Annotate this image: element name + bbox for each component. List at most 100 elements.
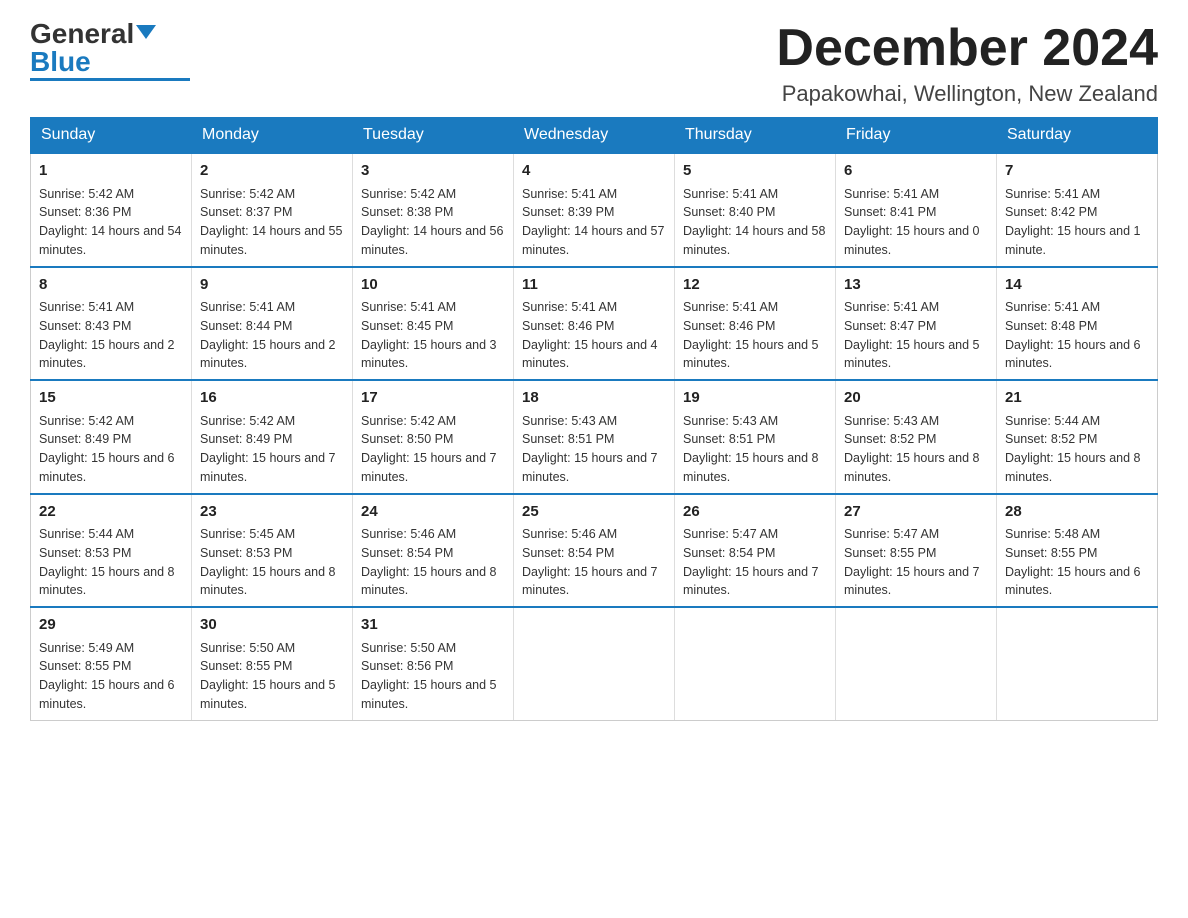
calendar-cell: 9Sunrise: 5:41 AMSunset: 8:44 PMDaylight… <box>192 267 353 381</box>
day-number: 10 <box>361 274 505 297</box>
calendar-cell: 23Sunrise: 5:45 AMSunset: 8:53 PMDayligh… <box>192 494 353 608</box>
day-number: 12 <box>683 274 827 297</box>
day-number: 17 <box>361 387 505 410</box>
day-number: 20 <box>844 387 988 410</box>
day-info: Sunrise: 5:47 AMSunset: 8:54 PMDaylight:… <box>683 525 827 600</box>
week-row-3: 15Sunrise: 5:42 AMSunset: 8:49 PMDayligh… <box>31 380 1158 494</box>
calendar-cell: 25Sunrise: 5:46 AMSunset: 8:54 PMDayligh… <box>514 494 675 608</box>
day-number: 8 <box>39 274 183 297</box>
day-info: Sunrise: 5:41 AMSunset: 8:47 PMDaylight:… <box>844 298 988 373</box>
day-info: Sunrise: 5:42 AMSunset: 8:37 PMDaylight:… <box>200 185 344 260</box>
day-number: 7 <box>1005 160 1149 183</box>
day-number: 25 <box>522 501 666 524</box>
day-number: 26 <box>683 501 827 524</box>
day-info: Sunrise: 5:43 AMSunset: 8:52 PMDaylight:… <box>844 412 988 487</box>
calendar-cell <box>675 607 836 720</box>
logo: General Blue <box>30 20 190 81</box>
day-number: 18 <box>522 387 666 410</box>
day-number: 15 <box>39 387 183 410</box>
calendar-cell: 18Sunrise: 5:43 AMSunset: 8:51 PMDayligh… <box>514 380 675 494</box>
location-title: Papakowhai, Wellington, New Zealand <box>776 81 1158 107</box>
day-info: Sunrise: 5:48 AMSunset: 8:55 PMDaylight:… <box>1005 525 1149 600</box>
calendar-cell: 13Sunrise: 5:41 AMSunset: 8:47 PMDayligh… <box>836 267 997 381</box>
day-number: 13 <box>844 274 988 297</box>
day-number: 23 <box>200 501 344 524</box>
page-header: General Blue December 2024 Papakowhai, W… <box>30 20 1158 107</box>
calendar-cell: 15Sunrise: 5:42 AMSunset: 8:49 PMDayligh… <box>31 380 192 494</box>
day-info: Sunrise: 5:50 AMSunset: 8:55 PMDaylight:… <box>200 639 344 714</box>
calendar-cell: 22Sunrise: 5:44 AMSunset: 8:53 PMDayligh… <box>31 494 192 608</box>
day-number: 30 <box>200 614 344 637</box>
title-area: December 2024 Papakowhai, Wellington, Ne… <box>776 20 1158 107</box>
calendar-cell: 3Sunrise: 5:42 AMSunset: 8:38 PMDaylight… <box>353 153 514 267</box>
logo-underline <box>30 78 190 81</box>
day-info: Sunrise: 5:42 AMSunset: 8:36 PMDaylight:… <box>39 185 183 260</box>
calendar-cell: 26Sunrise: 5:47 AMSunset: 8:54 PMDayligh… <box>675 494 836 608</box>
calendar-cell: 16Sunrise: 5:42 AMSunset: 8:49 PMDayligh… <box>192 380 353 494</box>
calendar-cell: 17Sunrise: 5:42 AMSunset: 8:50 PMDayligh… <box>353 380 514 494</box>
day-info: Sunrise: 5:42 AMSunset: 8:50 PMDaylight:… <box>361 412 505 487</box>
calendar-cell: 27Sunrise: 5:47 AMSunset: 8:55 PMDayligh… <box>836 494 997 608</box>
calendar-cell: 29Sunrise: 5:49 AMSunset: 8:55 PMDayligh… <box>31 607 192 720</box>
day-info: Sunrise: 5:46 AMSunset: 8:54 PMDaylight:… <box>361 525 505 600</box>
day-number: 19 <box>683 387 827 410</box>
day-number: 3 <box>361 160 505 183</box>
day-info: Sunrise: 5:41 AMSunset: 8:42 PMDaylight:… <box>1005 185 1149 260</box>
calendar-cell: 4Sunrise: 5:41 AMSunset: 8:39 PMDaylight… <box>514 153 675 267</box>
calendar-cell <box>997 607 1158 720</box>
calendar-cell: 1Sunrise: 5:42 AMSunset: 8:36 PMDaylight… <box>31 153 192 267</box>
day-number: 28 <box>1005 501 1149 524</box>
col-header-tuesday: Tuesday <box>353 118 514 154</box>
calendar-cell: 19Sunrise: 5:43 AMSunset: 8:51 PMDayligh… <box>675 380 836 494</box>
day-number: 27 <box>844 501 988 524</box>
day-number: 11 <box>522 274 666 297</box>
calendar-cell: 2Sunrise: 5:42 AMSunset: 8:37 PMDaylight… <box>192 153 353 267</box>
day-info: Sunrise: 5:41 AMSunset: 8:45 PMDaylight:… <box>361 298 505 373</box>
calendar-cell: 20Sunrise: 5:43 AMSunset: 8:52 PMDayligh… <box>836 380 997 494</box>
day-number: 21 <box>1005 387 1149 410</box>
day-number: 22 <box>39 501 183 524</box>
day-info: Sunrise: 5:49 AMSunset: 8:55 PMDaylight:… <box>39 639 183 714</box>
day-number: 14 <box>1005 274 1149 297</box>
calendar-cell <box>514 607 675 720</box>
day-info: Sunrise: 5:41 AMSunset: 8:39 PMDaylight:… <box>522 185 666 260</box>
calendar-cell: 30Sunrise: 5:50 AMSunset: 8:55 PMDayligh… <box>192 607 353 720</box>
week-row-4: 22Sunrise: 5:44 AMSunset: 8:53 PMDayligh… <box>31 494 1158 608</box>
day-number: 31 <box>361 614 505 637</box>
calendar-cell: 8Sunrise: 5:41 AMSunset: 8:43 PMDaylight… <box>31 267 192 381</box>
day-info: Sunrise: 5:43 AMSunset: 8:51 PMDaylight:… <box>683 412 827 487</box>
day-info: Sunrise: 5:50 AMSunset: 8:56 PMDaylight:… <box>361 639 505 714</box>
col-header-sunday: Sunday <box>31 118 192 154</box>
calendar-cell: 11Sunrise: 5:41 AMSunset: 8:46 PMDayligh… <box>514 267 675 381</box>
col-header-friday: Friday <box>836 118 997 154</box>
day-number: 9 <box>200 274 344 297</box>
calendar-cell <box>836 607 997 720</box>
day-number: 29 <box>39 614 183 637</box>
day-number: 1 <box>39 160 183 183</box>
calendar-cell: 14Sunrise: 5:41 AMSunset: 8:48 PMDayligh… <box>997 267 1158 381</box>
col-header-monday: Monday <box>192 118 353 154</box>
calendar-cell: 6Sunrise: 5:41 AMSunset: 8:41 PMDaylight… <box>836 153 997 267</box>
day-info: Sunrise: 5:44 AMSunset: 8:53 PMDaylight:… <box>39 525 183 600</box>
day-info: Sunrise: 5:41 AMSunset: 8:40 PMDaylight:… <box>683 185 827 260</box>
day-info: Sunrise: 5:42 AMSunset: 8:38 PMDaylight:… <box>361 185 505 260</box>
day-number: 4 <box>522 160 666 183</box>
calendar-cell: 31Sunrise: 5:50 AMSunset: 8:56 PMDayligh… <box>353 607 514 720</box>
col-header-saturday: Saturday <box>997 118 1158 154</box>
logo-triangle-icon <box>136 25 156 39</box>
calendar-cell: 5Sunrise: 5:41 AMSunset: 8:40 PMDaylight… <box>675 153 836 267</box>
logo-blue-text: Blue <box>30 48 156 76</box>
calendar-cell: 10Sunrise: 5:41 AMSunset: 8:45 PMDayligh… <box>353 267 514 381</box>
day-info: Sunrise: 5:41 AMSunset: 8:43 PMDaylight:… <box>39 298 183 373</box>
day-info: Sunrise: 5:45 AMSunset: 8:53 PMDaylight:… <box>200 525 344 600</box>
day-info: Sunrise: 5:41 AMSunset: 8:48 PMDaylight:… <box>1005 298 1149 373</box>
col-header-thursday: Thursday <box>675 118 836 154</box>
day-info: Sunrise: 5:42 AMSunset: 8:49 PMDaylight:… <box>39 412 183 487</box>
month-title: December 2024 <box>776 20 1158 77</box>
day-number: 5 <box>683 160 827 183</box>
day-info: Sunrise: 5:47 AMSunset: 8:55 PMDaylight:… <box>844 525 988 600</box>
day-info: Sunrise: 5:44 AMSunset: 8:52 PMDaylight:… <box>1005 412 1149 487</box>
calendar-cell: 7Sunrise: 5:41 AMSunset: 8:42 PMDaylight… <box>997 153 1158 267</box>
day-info: Sunrise: 5:41 AMSunset: 8:44 PMDaylight:… <box>200 298 344 373</box>
logo-general-text: General <box>30 20 134 48</box>
